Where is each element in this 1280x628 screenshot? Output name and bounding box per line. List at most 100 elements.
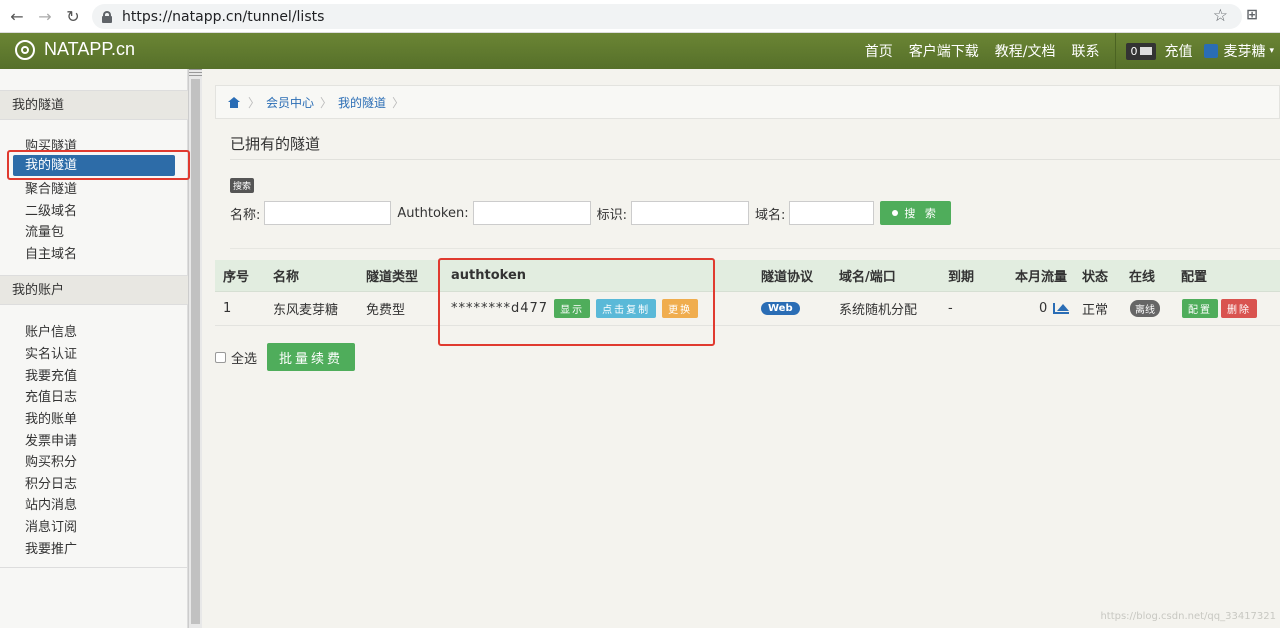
col-config: 配置 — [1181, 270, 1208, 285]
search-name-input[interactable] — [264, 201, 392, 225]
nav-recharge[interactable]: 充值 — [1164, 41, 1192, 61]
sidebar-item-subscriptions[interactable]: 消息订阅 — [25, 516, 77, 535]
bulk-actions: 全选 批量续费 — [215, 343, 356, 371]
sidebar-item-messages[interactable]: 站内消息 — [25, 494, 77, 513]
row-expire: - — [948, 301, 953, 316]
brand-logo-link[interactable]: NATAPP.cn — [15, 39, 135, 60]
config-button[interactable]: 配置 — [1182, 299, 1218, 318]
brand-name: NATAPP.cn — [44, 39, 136, 59]
sidebar-item-aggregate-tunnel[interactable]: 聚合隧道 — [25, 178, 77, 197]
row-name: 东风麦芽糖 — [273, 303, 339, 318]
sidebar-group-account[interactable]: 我的账户 — [0, 275, 188, 305]
table-row: 1 东风麦芽糖 免费型 ********d477 显示 点击复制 更换 Web … — [215, 292, 1280, 326]
nav-home[interactable]: 首页 — [865, 41, 893, 61]
sidebar-item-bills[interactable]: 我的账单 — [25, 408, 77, 427]
col-expire: 到期 — [948, 270, 975, 285]
search-domain-label: 域名: — [754, 207, 786, 223]
back-icon[interactable]: ← — [6, 5, 28, 27]
sidebar-divider — [0, 567, 188, 568]
row-traffic-cell: 0 — [1039, 292, 1070, 325]
forward-icon[interactable]: → — [34, 5, 56, 27]
table-header: 序号 名称 隧道类型 authtoken 隧道协议 域名/端口 到期 本月流量 … — [215, 260, 1280, 292]
nav-client-download[interactable]: 客户端下载 — [909, 41, 979, 61]
mail-icon — [1140, 47, 1153, 55]
search-tag: 搜索 — [230, 178, 255, 193]
search-icon — [892, 210, 899, 216]
extension-icon[interactable]: ⊞ — [1246, 7, 1258, 23]
traffic-chart-icon[interactable] — [1053, 303, 1070, 314]
search-name-label: 名称: — [230, 207, 261, 223]
message-count: 0 — [1130, 44, 1138, 58]
sidebar-item-recharge[interactable]: 我要充值 — [25, 365, 77, 384]
sidebar-item-buy-points[interactable]: 购买积分 — [25, 451, 77, 470]
caret-down-icon: ▾ — [1269, 46, 1274, 56]
breadcrumb-separator: 〉 — [248, 95, 261, 110]
bookmark-star-icon[interactable]: ☆ — [1213, 6, 1228, 26]
sidebar-item-verification[interactable]: 实名认证 — [25, 343, 77, 362]
url-text: https://natapp.cn/tunnel/lists — [122, 8, 325, 25]
user-menu[interactable]: 麦芽糖 ▾ — [1204, 41, 1274, 61]
search-domain-input[interactable] — [789, 201, 875, 225]
page-title: 已拥有的隧道 — [230, 135, 321, 153]
search-form: 名称: Authtoken: 标识: 域名: 搜 索 — [230, 201, 951, 225]
delete-button[interactable]: 删除 — [1221, 299, 1257, 318]
row-status: 正常 — [1082, 303, 1109, 318]
col-online: 在线 — [1129, 270, 1156, 285]
sidebar-item-promotion[interactable]: 我要推广 — [25, 538, 77, 557]
reload-icon[interactable]: ↻ — [62, 5, 84, 27]
search-button[interactable]: 搜 索 — [880, 201, 951, 225]
row-online-cell: 离线 — [1130, 292, 1160, 325]
sidebar-scrollbar[interactable] — [188, 69, 202, 628]
sidebar-item-recharge-log[interactable]: 充值日志 — [25, 386, 77, 405]
search-authtoken-label: Authtoken: — [397, 205, 469, 221]
row-protocol-cell: Web — [761, 292, 800, 325]
scroll-thumb[interactable] — [191, 79, 200, 624]
search-divider — [230, 248, 1280, 249]
watermark: https://blog.csdn.net/qq_33417321 — [1100, 611, 1276, 622]
home-icon[interactable] — [228, 96, 240, 108]
breadcrumb-separator: 〉 — [392, 95, 405, 110]
select-all-label: 全选 — [231, 351, 258, 367]
col-index: 序号 — [223, 270, 250, 285]
row-actions: 配置 删除 — [1176, 292, 1257, 325]
col-traffic: 本月流量 — [1015, 270, 1068, 285]
sidebar-item-traffic-pack[interactable]: 流量包 — [25, 221, 64, 240]
lock-icon — [102, 10, 112, 23]
breadcrumb-my-tunnels[interactable]: 我的隧道 — [338, 94, 386, 111]
col-type: 隧道类型 — [366, 270, 419, 285]
annotation-highlight-authtoken — [438, 258, 715, 346]
col-name: 名称 — [273, 270, 300, 285]
search-ident-label: 标识: — [596, 207, 627, 223]
sidebar-item-points-log[interactable]: 积分日志 — [25, 473, 77, 492]
col-domain: 域名/端口 — [839, 270, 896, 285]
offline-badge: 离线 — [1130, 300, 1160, 317]
message-badge[interactable]: 0 — [1126, 42, 1157, 60]
address-bar[interactable]: https://natapp.cn/tunnel/lists — [92, 4, 1242, 29]
search-authtoken-input[interactable] — [472, 201, 591, 225]
row-domain: 系统随机分配 — [839, 303, 918, 318]
select-all-checkbox[interactable] — [215, 351, 226, 363]
search-ident-input[interactable] — [630, 201, 749, 225]
annotation-highlight-sidebar — [7, 150, 190, 180]
breadcrumb: 〉 会员中心 〉 我的隧道 〉 — [215, 85, 1280, 119]
sidebar-item-account-info[interactable]: 账户信息 — [25, 321, 77, 340]
breadcrumb-member-center[interactable]: 会员中心 — [266, 94, 314, 111]
browser-toolbar: ← → ↻ https://natapp.cn/tunnel/lists ☆ ⊞ — [0, 0, 1280, 33]
breadcrumb-separator: 〉 — [320, 95, 333, 110]
sidebar-item-custom-domain[interactable]: 自主域名 — [25, 243, 77, 262]
sidebar-group-tunnels[interactable]: 我的隧道 — [0, 90, 188, 120]
title-divider — [230, 159, 1280, 160]
col-status: 状态 — [1082, 270, 1109, 285]
nav-contact[interactable]: 联系 — [1071, 41, 1099, 61]
search-button-label: 搜 索 — [904, 207, 939, 220]
sidebar-item-subdomain[interactable]: 二级域名 — [25, 200, 77, 219]
nav-docs[interactable]: 教程/文档 — [995, 41, 1056, 61]
scroll-grip — [189, 69, 202, 78]
top-navbar: NATAPP.cn 首页 客户端下载 教程/文档 联系 0 充值 麦芽糖 ▾ — [0, 33, 1280, 69]
username: 麦芽糖 — [1223, 44, 1266, 60]
sidebar-item-invoice[interactable]: 发票申请 — [25, 430, 77, 449]
protocol-badge: Web — [761, 302, 800, 315]
nav-divider — [1115, 33, 1117, 69]
bulk-renew-button[interactable]: 批量续费 — [267, 343, 356, 371]
row-index: 1 — [223, 301, 232, 316]
